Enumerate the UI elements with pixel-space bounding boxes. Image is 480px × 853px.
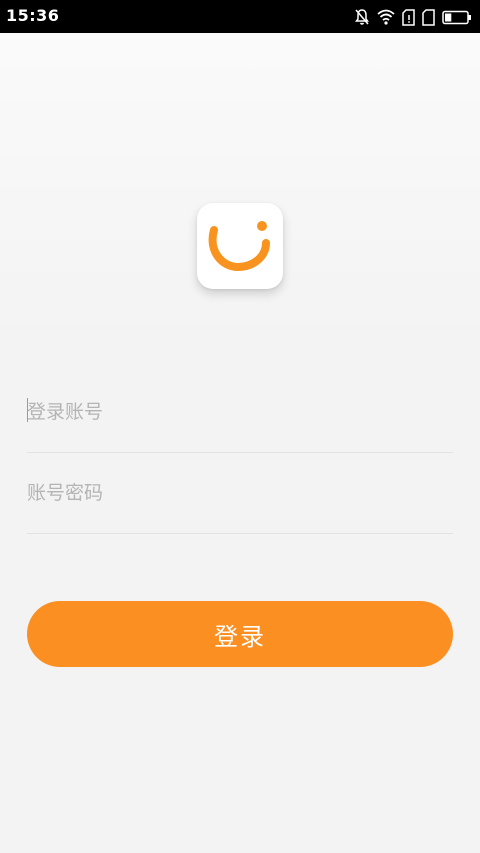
- password-input[interactable]: [27, 453, 453, 533]
- account-input[interactable]: [27, 372, 453, 452]
- sim2-signal-icon: [422, 8, 435, 26]
- password-field: [27, 453, 453, 534]
- sim1-signal-icon: [402, 8, 415, 26]
- login-button[interactable]: 登录: [27, 601, 453, 667]
- smile-logo-icon: [208, 221, 270, 272]
- wifi-icon: [377, 9, 395, 25]
- app-logo: [197, 203, 283, 289]
- text-cursor: [27, 398, 28, 422]
- status-icons: [354, 7, 472, 27]
- battery-icon: [442, 10, 471, 24]
- notification-off-icon: [355, 9, 369, 25]
- account-field: [27, 372, 453, 453]
- status-bar: 15:36: [0, 0, 480, 33]
- status-time: 15:36: [6, 6, 60, 25]
